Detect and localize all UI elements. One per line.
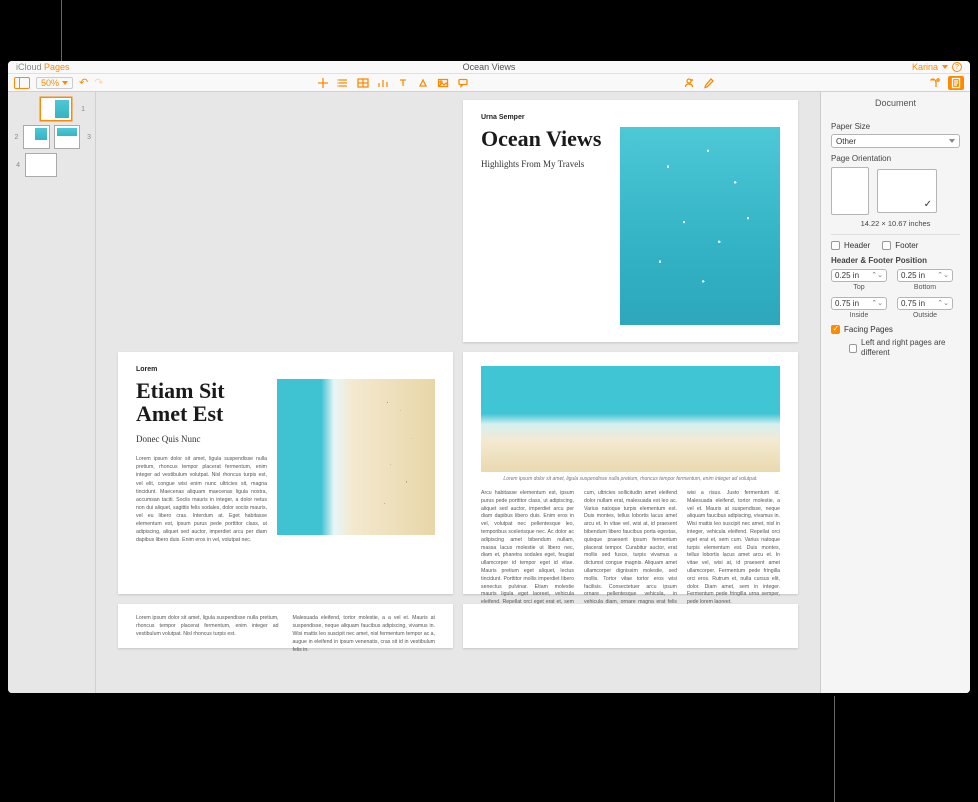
page-thumbnail[interactable] (55, 126, 79, 148)
page-number: 4 (12, 162, 20, 169)
collaborate-button[interactable] (682, 76, 696, 90)
page-number: 3 (85, 134, 91, 141)
user-menu[interactable]: Karina ? (912, 62, 962, 72)
page-thumbnail[interactable] (41, 98, 71, 120)
paper-size-select[interactable]: Other (831, 134, 960, 148)
document-page[interactable]: Urna Semper Ocean Views Highlights From … (463, 100, 798, 342)
page-thumbnails-sidebar: 1 2 3 4 (8, 92, 96, 693)
document-canvas[interactable]: Urna Semper Ocean Views Highlights From … (96, 92, 820, 693)
page-thumbnail[interactable] (26, 154, 56, 176)
document-panel-button[interactable] (948, 76, 964, 90)
page-number: 1 (77, 106, 85, 113)
undo-button[interactable]: ↶ (79, 76, 88, 89)
list-style-button[interactable] (336, 76, 350, 90)
table-button[interactable] (356, 76, 370, 90)
document-page[interactable] (463, 604, 798, 648)
insert-button[interactable] (316, 76, 330, 90)
top-margin-stepper[interactable]: 0.25 in⌃⌄ Top (831, 269, 887, 291)
shape-button[interactable] (416, 76, 430, 90)
app-window: iCloud Pages Ocean Views Karina ? 50% ↶ … (8, 61, 970, 693)
comment-button[interactable] (456, 76, 470, 90)
page-image[interactable] (481, 366, 780, 472)
header-footer-position-label: Header & Footer Position (831, 256, 960, 265)
facing-pages-checkbox[interactable]: Facing Pages (831, 325, 960, 334)
redo-button[interactable]: ↷ (94, 76, 103, 89)
inspector-title: Document (821, 92, 970, 112)
document-page[interactable]: Lorem Etiam Sit Amet Est Donec Quis Nunc… (118, 352, 453, 594)
toolbar: 50% ↶ ↷ (8, 74, 970, 92)
brand-suffix: Pages (44, 62, 70, 72)
document-inspector: Document Paper Size Other Page Orientati… (820, 92, 970, 693)
zoom-value: 50% (41, 78, 59, 88)
document-page[interactable]: Lorem ipsum dolor sit amet, ligula suspe… (118, 604, 453, 648)
chevron-down-icon (942, 65, 948, 69)
orientation-portrait[interactable] (831, 167, 869, 215)
page-image[interactable] (277, 379, 435, 535)
page-image[interactable] (620, 127, 780, 325)
lr-pages-different-checkbox[interactable]: Left and right pages are different (849, 338, 960, 359)
callout-line (61, 0, 62, 70)
document-title: Ocean Views (8, 62, 970, 72)
author-line: Urna Semper (481, 114, 780, 121)
orientation-landscape[interactable] (877, 169, 937, 213)
inside-margin-stepper[interactable]: 0.75 in⌃⌄ Inside (831, 297, 887, 319)
tools-button[interactable] (702, 76, 716, 90)
title-bar: iCloud Pages Ocean Views Karina ? (8, 61, 970, 74)
paper-size-value: Other (836, 137, 856, 146)
paper-size-label: Paper Size (831, 122, 960, 131)
kicker: Lorem (136, 366, 435, 373)
zoom-menu[interactable]: 50% (36, 77, 73, 89)
format-panel-button[interactable] (928, 76, 942, 90)
sidebar-toggle-button[interactable] (14, 77, 30, 89)
image-caption[interactable]: Lorem ipsum dolor sit amet, ligula suspe… (481, 476, 780, 482)
bottom-margin-stepper[interactable]: 0.25 in⌃⌄ Bottom (897, 269, 953, 291)
footer-checkbox[interactable]: Footer (882, 241, 918, 250)
callout-line (834, 696, 835, 802)
user-name: Karina (912, 62, 938, 72)
page-number: 2 (12, 134, 18, 141)
header-checkbox[interactable]: Header (831, 241, 870, 250)
body-text[interactable]: Arcu habitasse elementum est, ipsum puru… (481, 490, 780, 607)
brand-prefix: iCloud (16, 62, 42, 72)
chevron-down-icon (949, 139, 955, 143)
document-page[interactable]: Lorem ipsum dolor sit amet, ligula suspe… (463, 352, 798, 594)
orientation-label: Page Orientation (831, 154, 960, 163)
body-text[interactable]: Lorem ipsum dolor sit amet, ligula suspe… (136, 455, 268, 544)
body-text[interactable]: Malesuada eleifend, tortor molestie, a a… (293, 614, 436, 654)
body-text[interactable]: Lorem ipsum dolor sit amet, ligula suspe… (136, 614, 279, 654)
help-icon[interactable]: ? (952, 62, 962, 72)
text-button[interactable] (396, 76, 410, 90)
thumbnail-spread: 1 (12, 98, 91, 120)
page-thumbnail[interactable] (24, 126, 48, 148)
thumbnail-spread: 4 (12, 154, 91, 176)
page-dimensions: 14.22 × 10.67 inches (831, 219, 960, 228)
app-brand: iCloud Pages (16, 62, 70, 72)
chevron-down-icon (62, 81, 68, 85)
media-button[interactable] (436, 76, 450, 90)
chart-button[interactable] (376, 76, 390, 90)
outside-margin-stepper[interactable]: 0.75 in⌃⌄ Outside (897, 297, 953, 319)
thumbnail-spread: 2 3 (12, 126, 91, 148)
